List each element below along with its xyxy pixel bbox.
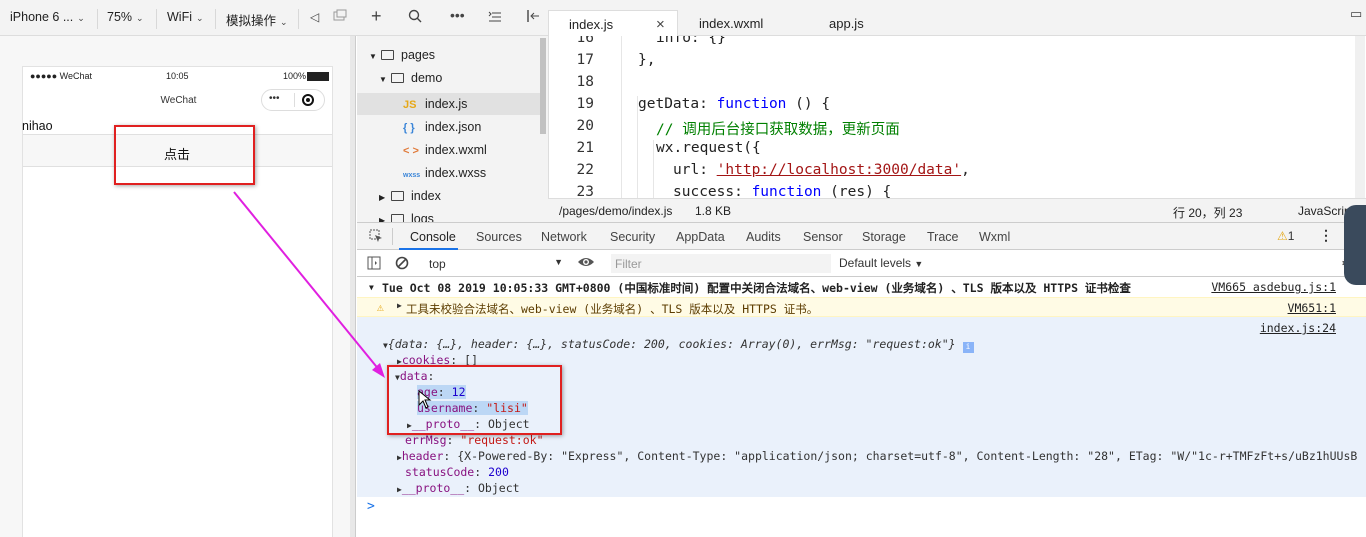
annotation-arrow [233,191,385,378]
mouse-cursor-icon [418,390,432,409]
